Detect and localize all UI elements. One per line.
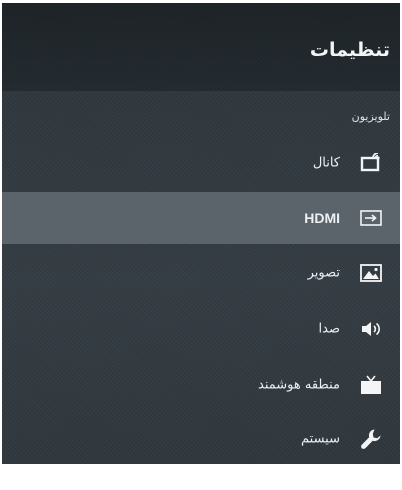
menu-item-label: سیستم bbox=[301, 431, 340, 447]
menu-item-channel[interactable]: کانال bbox=[2, 137, 400, 189]
speaker-icon bbox=[358, 318, 384, 340]
menu-item-smart-zone[interactable]: منطقه هوشمند bbox=[2, 359, 400, 411]
menu-item-label: تصویر bbox=[307, 265, 340, 281]
section-label-tv: تلویزیون bbox=[351, 110, 390, 123]
picture-icon bbox=[358, 262, 384, 284]
menu-item-label: کانال bbox=[312, 155, 340, 171]
menu-item-hdmi[interactable]: HDMI bbox=[2, 192, 400, 244]
header-bar: تنظیمات bbox=[2, 3, 400, 91]
menu-item-picture[interactable]: تصویر bbox=[2, 247, 400, 299]
page-title: تنظیمات bbox=[309, 39, 390, 61]
settings-panel: تنظیمات تلویزیون کانال HDMI تصویر صدا من… bbox=[2, 3, 400, 464]
menu-item-label: صدا bbox=[318, 321, 340, 337]
menu-item-label: منطقه هوشمند bbox=[258, 377, 340, 393]
screen-frame: تنظیمات تلویزیون کانال HDMI تصویر صدا من… bbox=[0, 0, 402, 490]
menu-item-system[interactable]: سیستم bbox=[2, 413, 400, 465]
menu-item-sound[interactable]: صدا bbox=[2, 303, 400, 355]
hdmi-input-icon bbox=[358, 207, 384, 229]
wrench-icon bbox=[358, 428, 384, 450]
menu-item-label: HDMI bbox=[304, 210, 340, 226]
smart-tv-icon bbox=[358, 374, 384, 396]
channel-icon bbox=[358, 152, 384, 174]
